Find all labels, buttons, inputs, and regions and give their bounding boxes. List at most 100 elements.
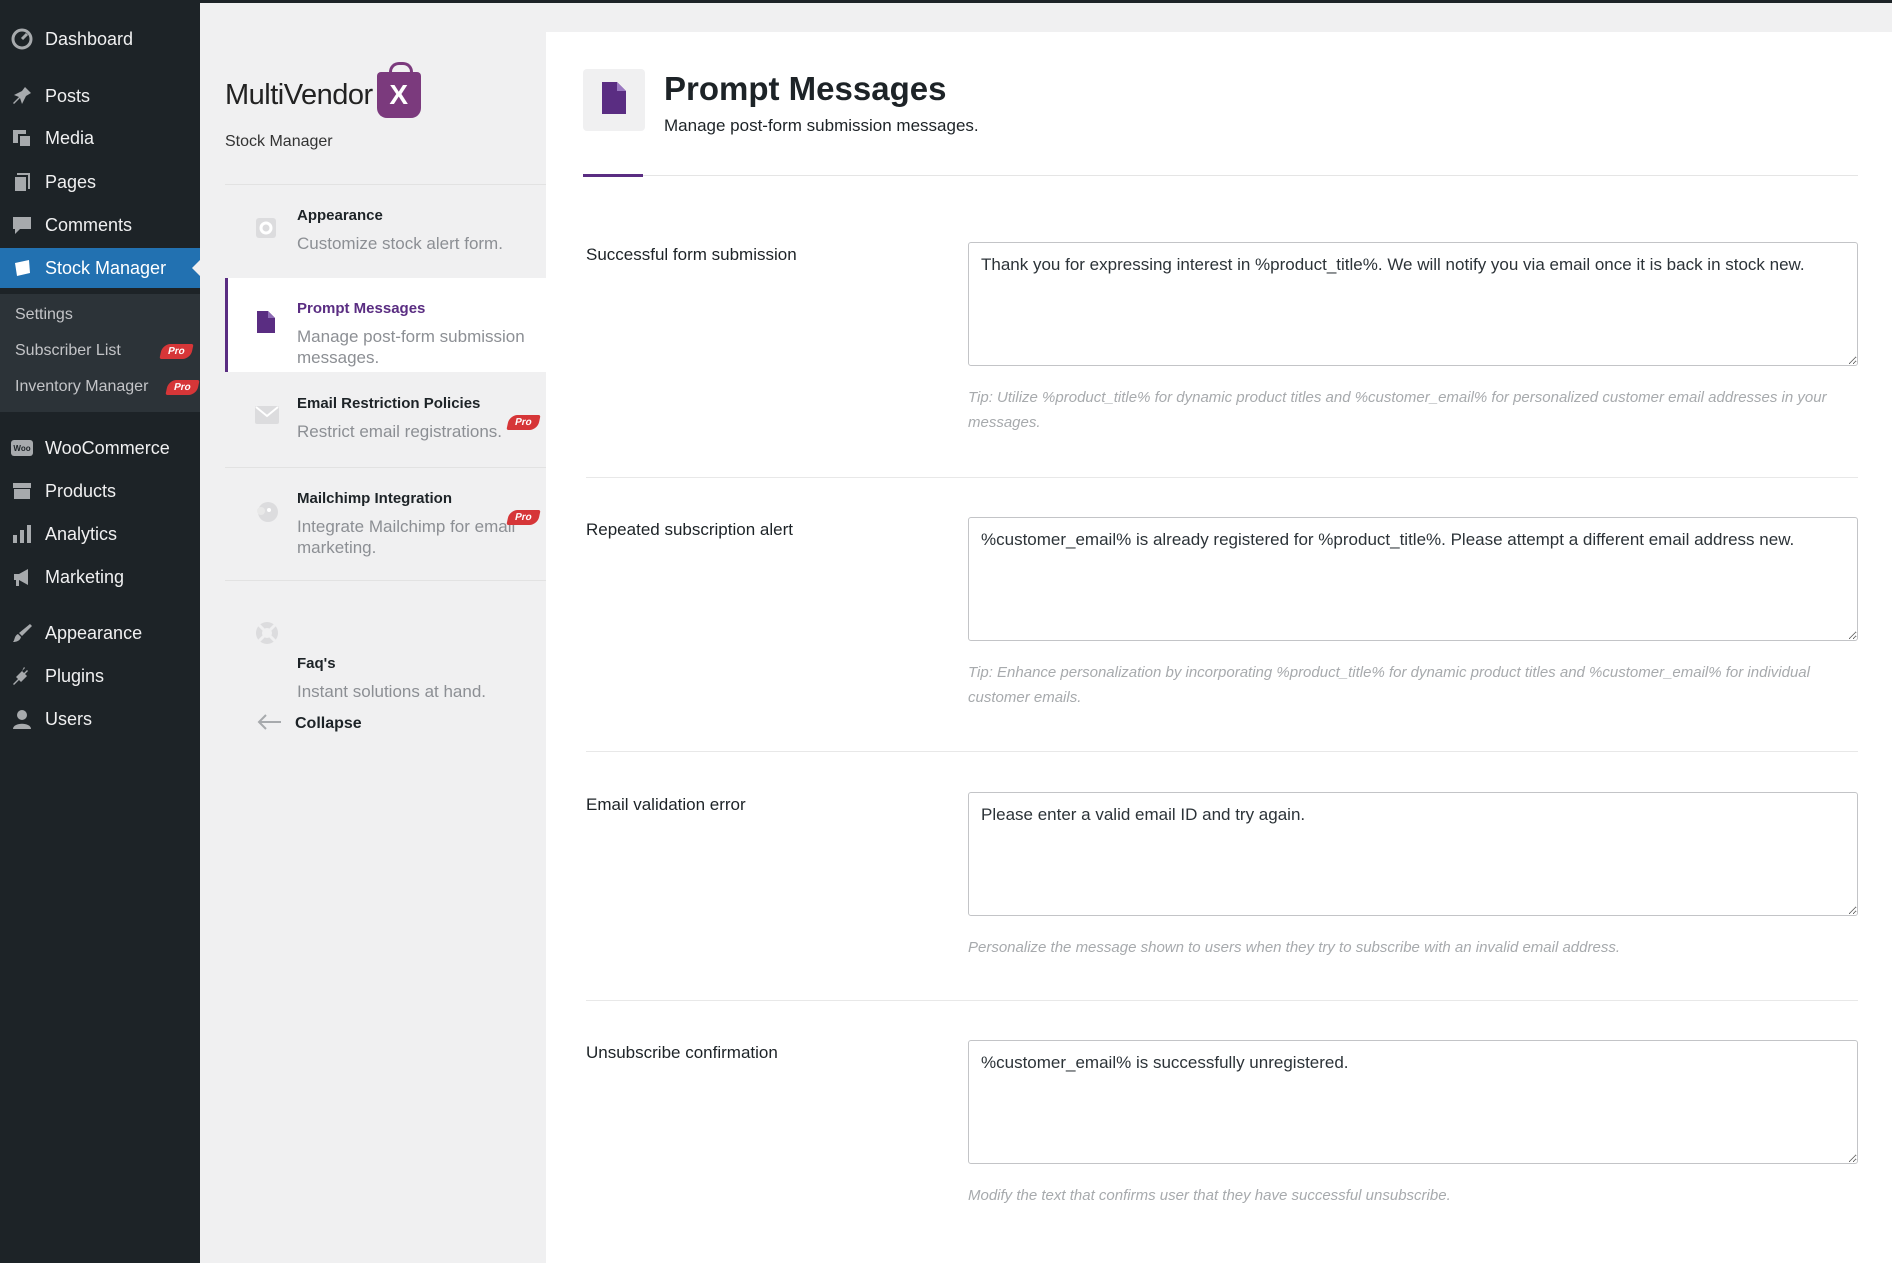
menu-woocommerce[interactable]: Woo WooCommerce <box>0 428 200 468</box>
field-label-success: Successful form submission <box>586 245 797 264</box>
field-tip-email-validation: Personalize the message shown to users w… <box>968 939 1620 956</box>
header-divider <box>583 175 1858 176</box>
nav-item-title: Faq's <box>297 655 336 672</box>
document-icon <box>255 310 277 333</box>
stock-manager-submenu: Settings Subscriber List Pro Inventory Ma… <box>0 294 200 412</box>
nav-item-appearance[interactable]: Appearance Customize stock alert form. <box>225 185 546 277</box>
field-tip-success: Tip: Utilize %product_title% for dynamic… <box>968 389 1827 431</box>
menu-label: Posts <box>45 85 91 106</box>
menu-label: Pages <box>45 171 97 192</box>
menu-label: Appearance <box>45 622 143 643</box>
nav-item-email-restriction[interactable]: Email Restriction Policies Restrict emai… <box>225 373 546 467</box>
header-accent <box>583 174 643 177</box>
menu-media[interactable]: Media <box>0 118 200 158</box>
menu-posts[interactable]: Posts <box>0 76 200 116</box>
collapse-label: Collapse <box>295 714 362 732</box>
field-label-email-validation: Email validation error <box>586 795 746 814</box>
field-tip-unsubscribe: Modify the text that confirms user that … <box>968 1187 1451 1204</box>
success-message-textarea[interactable]: Thank you for expressing interest in %pr… <box>968 242 1858 366</box>
logo-mark: X <box>389 79 408 110</box>
plugin-icon <box>10 664 34 688</box>
lifebuoy-icon <box>255 621 278 644</box>
menu-label: Dashboard <box>45 28 134 49</box>
logo-text: MultiVendor <box>225 78 373 111</box>
nav-item-title: Prompt Messages <box>297 300 426 317</box>
nav-item-desc: Manage post-form submission messages. <box>297 327 525 367</box>
pro-badge: Pro <box>165 380 200 395</box>
envelope-icon <box>255 405 279 427</box>
nav-item-prompt-messages[interactable]: Prompt Messages Manage post-form submiss… <box>225 278 546 372</box>
menu-products[interactable]: Products <box>0 471 200 511</box>
menu-label: Marketing <box>45 566 125 587</box>
menu-label: Comments <box>45 214 133 235</box>
menu-comments[interactable]: Comments <box>0 205 200 245</box>
menu-analytics[interactable]: Analytics <box>0 514 200 554</box>
top-strip <box>0 0 1892 3</box>
field-label-unsubscribe: Unsubscribe confirmation <box>586 1043 778 1062</box>
email-validation-textarea[interactable]: Please enter a valid email ID and try ag… <box>968 792 1858 916</box>
menu-plugins[interactable]: Plugins <box>0 656 200 696</box>
submenu-inventory-manager[interactable]: Inventory Manager Pro <box>15 378 200 396</box>
menu-marketing[interactable]: Marketing <box>0 557 200 597</box>
field-label-repeated: Repeated subscription alert <box>586 520 793 539</box>
pages-icon <box>10 170 34 194</box>
menu-appearance[interactable]: Appearance <box>0 613 200 653</box>
dashboard-icon <box>10 27 34 51</box>
nav-item-desc: Customize stock alert form. <box>297 234 503 253</box>
comment-icon <box>10 213 34 237</box>
plugin-subtitle: Stock Manager <box>225 133 333 150</box>
menu-label: Plugins <box>45 665 105 686</box>
woocommerce-icon: Woo <box>10 436 34 460</box>
mailchimp-icon <box>255 500 278 522</box>
submenu-label: Subscriber List <box>15 342 121 359</box>
gear-icon <box>255 217 277 239</box>
menu-dashboard[interactable]: Dashboard <box>0 19 200 59</box>
menu-label: Media <box>45 127 95 148</box>
menu-label: Products <box>45 480 117 501</box>
pin-icon <box>10 84 34 108</box>
menu-label: Analytics <box>45 523 118 544</box>
nav-item-desc: Instant solutions at hand. <box>297 682 487 701</box>
repeated-subscription-textarea[interactable]: %customer_email% is already registered f… <box>968 517 1858 641</box>
submenu-label: Inventory Manager <box>15 378 149 395</box>
arrow-left-icon <box>255 708 283 739</box>
woo-icon-text: Woo <box>11 440 33 456</box>
submenu-subscriber-list[interactable]: Subscriber List Pro <box>15 342 194 360</box>
menu-stock-manager[interactable]: Stock Manager <box>0 248 200 288</box>
nav-item-faqs[interactable]: Faq's Instant solutions at hand. <box>225 581 546 701</box>
page-description: Manage post-form submission messages. <box>664 116 979 135</box>
nav-item-title: Email Restriction Policies <box>297 395 481 412</box>
menu-pages[interactable]: Pages <box>0 162 200 202</box>
field-tip-repeated: Tip: Enhance personalization by incorpor… <box>968 664 1810 706</box>
media-icon <box>10 126 34 150</box>
multivendor-logo: MultiVendor X <box>225 62 421 118</box>
submenu-settings[interactable]: Settings <box>15 306 73 324</box>
brush-icon <box>10 621 34 645</box>
unsubscribe-textarea[interactable]: %customer_email% is successfully unregis… <box>968 1040 1858 1164</box>
user-icon <box>10 707 34 731</box>
row-divider <box>586 751 1858 752</box>
nav-item-title: Mailchimp Integration <box>297 490 453 507</box>
nav-item-desc: Restrict email registrations. <box>297 422 503 441</box>
shopping-bag-icon: X <box>376 62 421 118</box>
pro-badge: Pro <box>159 344 194 359</box>
nav-item-title: Appearance <box>297 207 383 224</box>
menu-label: WooCommerce <box>45 437 170 458</box>
plugin-settings-nav: MultiVendor X Stock Manager Appearance C… <box>200 32 546 1263</box>
megaphone-icon <box>10 565 34 589</box>
menu-users[interactable]: Users <box>0 699 200 739</box>
archive-icon <box>10 479 34 503</box>
row-divider <box>586 477 1858 478</box>
menu-label: Stock Manager <box>45 257 167 278</box>
wp-admin-sidebar: Dashboard Posts Media Pages Comments Sto… <box>0 0 200 1263</box>
document-icon <box>600 81 628 120</box>
submenu-label: Settings <box>15 306 73 323</box>
nav-item-mailchimp[interactable]: Mailchimp Integration Integrate Mailchim… <box>225 468 546 580</box>
nav-item-desc: Integrate Mailchimp for email marketing. <box>297 517 516 557</box>
page-title: Prompt Messages <box>664 70 947 107</box>
stock-manager-icon <box>10 256 34 280</box>
page-icon <box>583 69 645 131</box>
main-content: Prompt Messages Manage post-form submiss… <box>546 32 1892 1263</box>
collapse-button[interactable]: Collapse <box>255 708 362 739</box>
row-divider <box>586 1000 1858 1001</box>
